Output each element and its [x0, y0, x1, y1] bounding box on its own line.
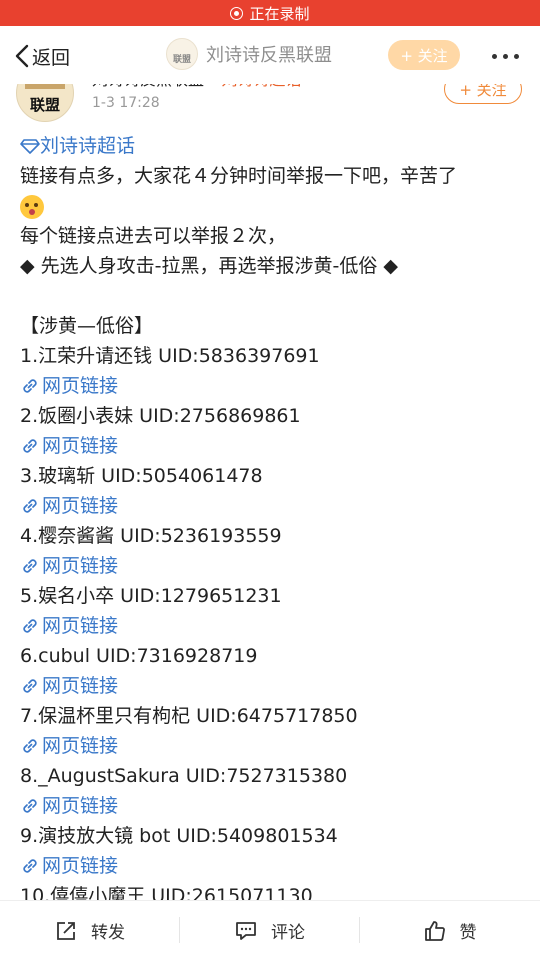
comment-button[interactable]: 评论 — [180, 901, 360, 960]
web-link-label: 网页链接 — [42, 675, 119, 697]
intro-text: 链接有点多，大家花４分钟时间举报一下吧，辛苦了 — [20, 161, 525, 221]
link-icon — [23, 379, 37, 393]
back-label: 返回 — [32, 46, 71, 69]
nav-follow-button[interactable]: + 关注 — [388, 40, 460, 70]
link-icon — [23, 799, 37, 813]
list-item: 8._AugustSakura UID:7527315380 — [20, 765, 348, 787]
web-link[interactable]: 网页链接 — [20, 431, 525, 461]
back-button[interactable]: 返回 — [14, 42, 70, 70]
text-line: 每个链接点进去可以举报２次， — [20, 225, 287, 247]
topic-link[interactable]: 刘诗诗超话 — [20, 131, 525, 161]
like-button[interactable]: 赞 — [360, 901, 540, 960]
nav-avatar-text: 联盟 — [172, 55, 191, 65]
web-link-label: 网页链接 — [42, 735, 119, 757]
list-item: 1.江荣升请还钱 UID:5836397691 — [20, 345, 320, 367]
record-icon — [230, 6, 244, 20]
web-link[interactable]: 网页链接 — [20, 371, 525, 401]
comment-label: 评论 — [271, 923, 305, 943]
section-title: 【涉黄—低俗】 — [20, 315, 154, 337]
link-icon — [23, 739, 37, 753]
emoji-icon — [20, 194, 44, 219]
list-item: 4.樱奈酱酱 UID:5236193559 — [20, 525, 282, 547]
top-nav: 返回 联盟 刘诗诗反黑联盟 + 关注 — [0, 26, 540, 84]
post-time: 1-3 17:28 — [92, 95, 160, 111]
more-icon[interactable] — [492, 54, 519, 59]
list-item: 2.饭圈小表妹 UID:2756869861 — [20, 405, 301, 427]
repost-label: 转发 — [91, 923, 125, 943]
diamond-icon — [20, 139, 40, 154]
chevron-left-icon — [15, 44, 29, 68]
web-link-label: 网页链接 — [42, 495, 119, 517]
post-content: 刘诗诗超话 链接有点多，大家花４分钟时间举报一下吧，辛苦了 每个链接点进去可以举… — [20, 131, 525, 911]
list-item: 7.保温杯里只有枸杞 UID:6475717850 — [20, 705, 358, 727]
web-link[interactable]: 网页链接 — [20, 491, 525, 521]
web-link[interactable]: 网页链接 — [20, 551, 525, 581]
intro-line: 链接有点多，大家花４分钟时间举报一下吧，辛苦了 — [20, 165, 458, 187]
web-link[interactable]: 网页链接 — [20, 671, 525, 701]
web-link-label: 网页链接 — [42, 555, 119, 577]
list-item: 5.娱名小卒 UID:1279651231 — [20, 585, 282, 607]
text-line: ◆ 先选人身攻击-拉黑，再选举报涉黄-低俗 ◆ — [20, 255, 399, 277]
web-link[interactable]: 网页链接 — [20, 731, 525, 761]
recording-bar: 正在录制 — [0, 0, 540, 26]
avatar-text: 联盟 — [29, 96, 60, 114]
list-item: 9.演技放大镜 bot UID:5409801534 — [20, 825, 338, 847]
list-item: 6.cubul UID:7316928719 — [20, 645, 258, 667]
web-link[interactable]: 网页链接 — [20, 791, 525, 821]
link-icon — [23, 859, 37, 873]
thumbs-up-icon — [424, 920, 445, 941]
web-link-label: 网页链接 — [42, 855, 119, 877]
nav-title: 刘诗诗反黑联盟 — [206, 45, 332, 66]
link-icon — [23, 559, 37, 573]
topic-label: 刘诗诗超话 — [40, 135, 136, 157]
comment-icon — [236, 921, 256, 940]
web-link-label: 网页链接 — [42, 375, 119, 397]
link-icon — [23, 499, 37, 513]
web-link[interactable]: 网页链接 — [20, 611, 525, 641]
web-link-label: 网页链接 — [42, 615, 119, 637]
account-list: 1.江荣升请还钱 UID:5836397691 网页链接 2.饭圈小表妹 UID:2… — [20, 341, 525, 911]
link-icon — [23, 679, 37, 693]
repost-button[interactable]: 转发 — [0, 901, 180, 960]
recording-text: 正在录制 — [249, 4, 310, 23]
web-link-label: 网页链接 — [42, 795, 119, 817]
link-icon — [23, 619, 37, 633]
list-item: 3.玻璃斩 UID:5054061478 — [20, 465, 263, 487]
web-link-label: 网页链接 — [42, 435, 119, 457]
nav-avatar: 联盟 — [166, 38, 198, 70]
action-bar: 转发 评论 赞 — [0, 900, 540, 960]
repost-icon — [57, 921, 75, 940]
like-label: 赞 — [459, 923, 477, 943]
web-link[interactable]: 网页链接 — [20, 851, 525, 881]
nav-account[interactable]: 联盟 刘诗诗反黑联盟 — [166, 38, 332, 70]
link-icon — [23, 439, 37, 453]
